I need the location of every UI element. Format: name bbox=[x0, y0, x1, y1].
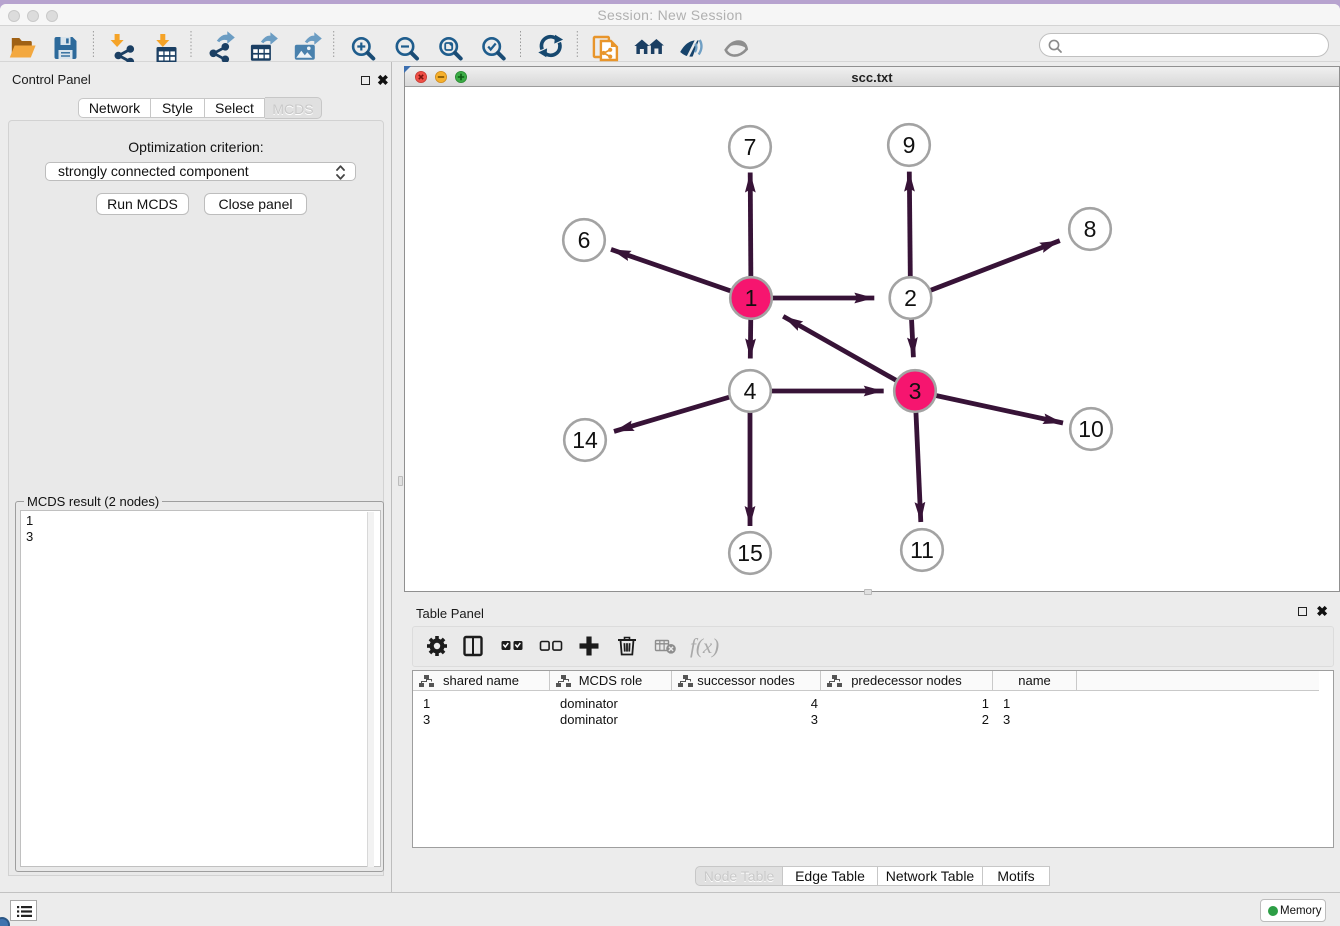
svg-text:11: 11 bbox=[910, 537, 934, 563]
svg-text:6: 6 bbox=[578, 227, 591, 253]
svg-text:2: 2 bbox=[904, 285, 917, 311]
svg-text:3: 3 bbox=[909, 378, 922, 404]
svg-text:f(x): f(x) bbox=[690, 634, 719, 658]
svg-text:4: 4 bbox=[744, 378, 757, 404]
svg-text:14: 14 bbox=[572, 427, 598, 453]
svg-text:7: 7 bbox=[744, 134, 757, 160]
svg-text:9: 9 bbox=[903, 132, 916, 158]
svg-text:8: 8 bbox=[1084, 216, 1097, 242]
svg-text:1: 1 bbox=[745, 285, 758, 311]
svg-text:10: 10 bbox=[1078, 416, 1104, 442]
svg-text:15: 15 bbox=[737, 540, 763, 566]
